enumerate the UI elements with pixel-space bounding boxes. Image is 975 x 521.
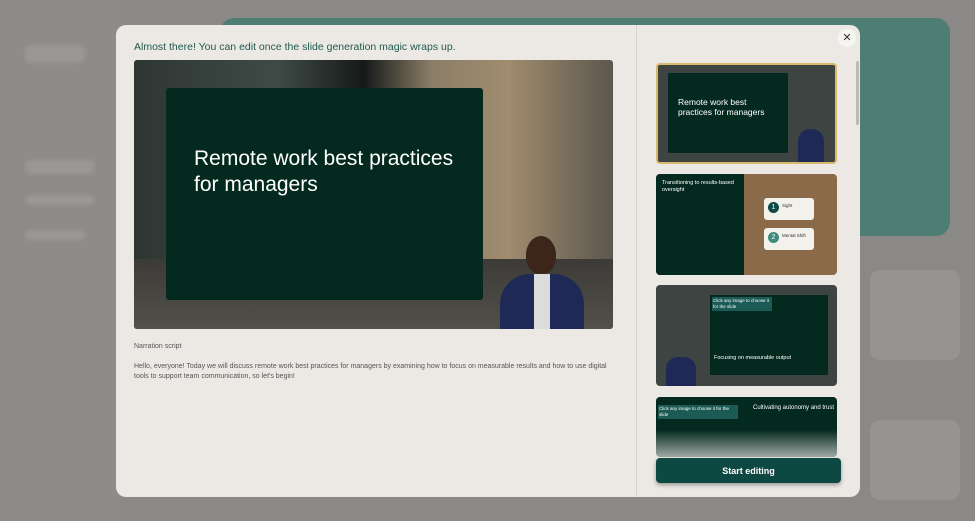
slide-thumbnail-1[interactable]: Remote work best practices for managers (656, 63, 837, 164)
divider (636, 25, 637, 497)
background-sidebar (0, 0, 120, 521)
background-nav (25, 195, 95, 205)
step-label: Mental Shift (782, 233, 806, 238)
step-card: 2 Mental Shift (764, 228, 814, 250)
presenter-shirt (534, 274, 550, 329)
avatar-presenter (496, 232, 588, 329)
presenter-icon (666, 357, 696, 386)
preview-slide: Remote work best practices for managers (166, 88, 483, 300)
background-nav (25, 160, 95, 174)
background-logo (25, 45, 85, 63)
close-icon: ✕ (842, 32, 852, 44)
preview-slide-title: Remote work best practices for managers (194, 147, 454, 196)
background-card (870, 270, 960, 360)
scrollbar[interactable] (856, 61, 859, 125)
background-nav (25, 230, 85, 240)
slide-thumbnail-3[interactable]: Click any image to choose it for the sli… (656, 285, 837, 386)
slide-thumbnail-2[interactable]: Transitioning to results-based oversight… (656, 174, 837, 275)
close-button[interactable]: ✕ (838, 29, 856, 47)
background-card (870, 420, 960, 500)
step-card: 1 Sight (764, 198, 814, 220)
presenter-head (526, 236, 556, 274)
narration-script: Hello, everyone! Today we will discuss r… (134, 363, 607, 380)
step-label: Sight (782, 203, 793, 208)
video-preview: Remote work best practices for managers (134, 60, 613, 329)
thumbnail-title: Focusing on measurable output (714, 355, 792, 361)
narration-label: Narration script (134, 343, 182, 350)
presenter-icon (798, 129, 824, 162)
step-number: 2 (768, 232, 779, 243)
slide-generation-modal: Almost there! You can edit once the slid… (116, 25, 860, 497)
thumbnail-title: Cultivating autonomy and trust (753, 405, 835, 411)
image-hint: Click any image to choose it for the sli… (712, 297, 772, 311)
step-number: 1 (768, 202, 779, 213)
thumbnail-title: Remote work best practices for managers (678, 97, 765, 117)
start-editing-button[interactable]: Start editing (656, 458, 841, 483)
thumbnail-title: Transitioning to results-based oversight (662, 180, 734, 193)
modal-title: Almost there! You can edit once the slid… (134, 41, 456, 53)
image-hint: Click any image to choose it for the sli… (658, 405, 738, 419)
